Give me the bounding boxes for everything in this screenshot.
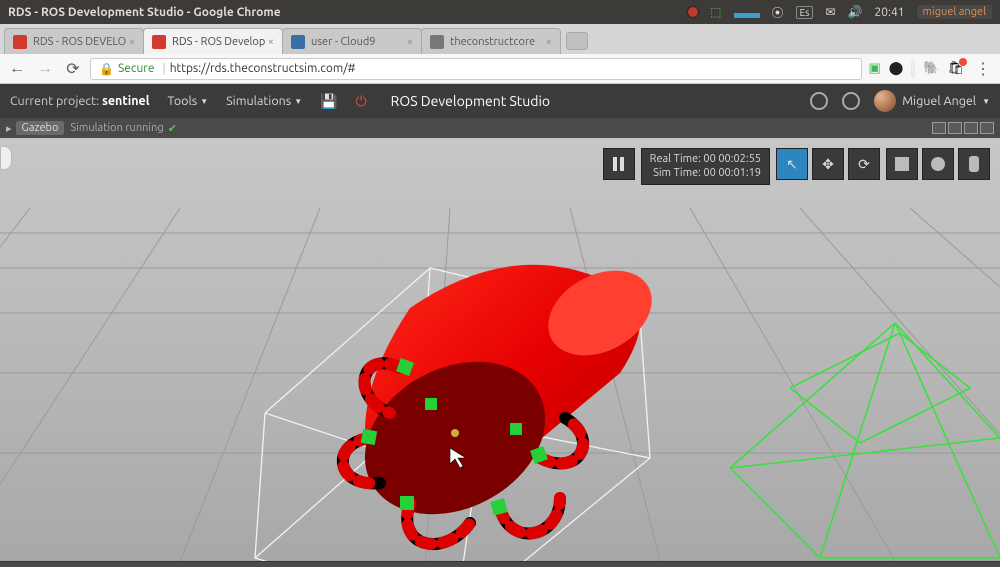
simulation-status: Simulation running [70, 122, 163, 134]
side-panel-handle[interactable] [0, 146, 12, 170]
secure-indicator: 🔒 Secure [99, 62, 154, 76]
box-icon [895, 157, 909, 171]
pause-icon [613, 157, 624, 171]
extension-icon[interactable]: ⬤ [889, 61, 904, 76]
extension-icon[interactable]: 🛍 [947, 61, 964, 76]
favicon-icon [152, 35, 166, 49]
move-icon: ✥ [822, 156, 834, 173]
tab-label: RDS - ROS DEVELO [33, 36, 126, 48]
language-indicator[interactable]: Es [796, 6, 814, 19]
address-bar[interactable]: 🔒 Secure | https://rds.theconstructsim.c… [90, 58, 862, 80]
system-tray: ⬚ ⦿ Es ✉ 🔊 20:41 miguel angel [688, 4, 992, 21]
forward-button[interactable]: → [34, 58, 56, 80]
close-icon[interactable]: × [407, 36, 413, 48]
favicon-icon [291, 35, 305, 49]
extension-icon[interactable]: ▣ [868, 61, 880, 76]
browser-tab[interactable]: RDS - ROS DEVELO × [4, 28, 144, 54]
rotate-icon: ⟳ [858, 156, 870, 173]
wifi-icon[interactable]: ⦿ [772, 4, 784, 21]
insert-box[interactable] [886, 148, 918, 180]
tab-label: RDS - ROS Develop [172, 36, 265, 48]
back-button[interactable]: ← [6, 58, 28, 80]
globe-icon[interactable] [810, 92, 828, 110]
insert-shapes [886, 148, 990, 180]
user-menu[interactable]: Miguel Angel ▼ [874, 90, 990, 112]
record-indicator-icon[interactable] [688, 7, 698, 17]
app-title: ROS Development Studio [391, 93, 550, 109]
tab-label: user - Cloud9 [311, 36, 376, 48]
browser-tab[interactable]: theconstructcore × [421, 28, 561, 54]
sim-time-label: Sim Time: [653, 167, 701, 179]
new-tab-button[interactable] [566, 32, 588, 50]
secure-label: Secure [118, 62, 155, 75]
scene-canvas[interactable] [0, 138, 1000, 561]
panel-close-icon[interactable] [980, 122, 994, 134]
select-tool[interactable]: ↖ [776, 148, 808, 180]
tab-label: theconstructcore [450, 36, 535, 48]
pause-button[interactable] [603, 148, 635, 180]
clock-icon[interactable] [842, 92, 860, 110]
simulations-menu[interactable]: Simulations▼ [226, 94, 302, 108]
os-top-bar: RDS - ROS Development Studio - Google Ch… [0, 0, 1000, 24]
sphere-icon [931, 157, 945, 171]
reload-button[interactable]: ⟳ [62, 58, 84, 80]
tray-app-icon[interactable]: ⬚ [710, 5, 721, 19]
panel-min-icon[interactable] [932, 122, 946, 134]
viewport-hud: Real Time: 00 00:02:55 Sim Time: 00 00:0… [603, 148, 990, 185]
real-time-label: Real Time: [650, 153, 701, 165]
manipulation-tools: ↖ ✥ ⟳ [776, 148, 880, 180]
window-title: RDS - ROS Development Studio - Google Ch… [8, 6, 281, 19]
cursor-icon: ↖ [786, 156, 798, 173]
save-icon[interactable]: 💾 [320, 93, 337, 110]
browser-tab-strip: RDS - ROS DEVELO × RDS - ROS Develop × u… [0, 24, 1000, 54]
panel-restore-icon[interactable] [948, 122, 962, 134]
real-time-value: 00 00:02:55 [703, 153, 761, 165]
lock-icon: 🔒 [99, 62, 114, 76]
favicon-icon [13, 35, 27, 49]
translate-tool[interactable]: ✥ [812, 148, 844, 180]
current-project: Current project: sentinel [10, 94, 150, 108]
close-icon[interactable]: × [546, 36, 552, 48]
messages-icon[interactable]: ✉ [825, 5, 835, 19]
status-check-icon: ✔ [168, 122, 177, 135]
gazebo-panel-bar: ▸ Gazebo Simulation running ✔ [0, 118, 1000, 138]
rotate-tool[interactable]: ⟳ [848, 148, 880, 180]
power-icon[interactable]: ⏻ [356, 93, 367, 110]
browser-tab-active[interactable]: RDS - ROS Develop × [143, 28, 283, 54]
insert-sphere[interactable] [922, 148, 954, 180]
chrome-menu-button[interactable]: ⋮ [972, 58, 994, 80]
browser-toolbar: ← → ⟳ 🔒 Secure | https://rds.theconstruc… [0, 54, 1000, 84]
extension-icons: ▣ ⬤ 🐘 🛍 ⋮ [868, 58, 994, 80]
panel-expand-icon[interactable]: ▸ [6, 122, 12, 135]
extension-icon[interactable] [911, 62, 915, 76]
cylinder-icon [969, 156, 979, 172]
tray-graph-icon[interactable] [734, 6, 760, 18]
project-name: sentinel [102, 94, 150, 108]
panel-window-controls [932, 122, 994, 134]
project-prefix: Current project: [10, 94, 102, 108]
url-text: https://rds.theconstructsim.com/# [170, 62, 356, 75]
close-icon[interactable]: × [129, 36, 135, 48]
app-navbar: Current project: sentinel Tools▼ Simulat… [0, 84, 1000, 118]
tools-menu[interactable]: Tools▼ [168, 94, 209, 108]
panel-label: Gazebo [16, 121, 65, 135]
user-badge[interactable]: miguel angel [917, 5, 992, 19]
volume-icon[interactable]: 🔊 [848, 5, 863, 19]
gazebo-status-strip [0, 561, 1000, 567]
user-name: Miguel Angel [902, 94, 976, 108]
browser-tab[interactable]: user - Cloud9 × [282, 28, 422, 54]
sim-time-value: 00 00:01:19 [703, 167, 761, 179]
clock[interactable]: 20:41 [875, 6, 905, 19]
extension-icon[interactable]: 🐘 [923, 61, 939, 76]
close-icon[interactable]: × [268, 36, 274, 48]
time-display: Real Time: 00 00:02:55 Sim Time: 00 00:0… [641, 148, 770, 185]
panel-max-icon[interactable] [964, 122, 978, 134]
favicon-icon [430, 35, 444, 49]
insert-cylinder[interactable] [958, 148, 990, 180]
gazebo-viewport[interactable]: Real Time: 00 00:02:55 Sim Time: 00 00:0… [0, 138, 1000, 561]
avatar [874, 90, 896, 112]
